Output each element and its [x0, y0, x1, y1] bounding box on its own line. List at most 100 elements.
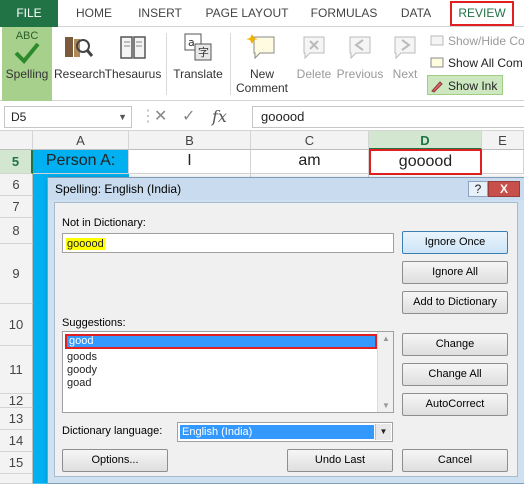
tab-page-layout[interactable]: PAGE LAYOUT — [198, 0, 296, 27]
spelling-button[interactable]: ABC Spelling — [2, 27, 52, 101]
dialog-title: Spelling: English (India) — [55, 182, 182, 196]
suggestions-list[interactable]: good goods goody goad ▲ ▼ — [62, 331, 394, 413]
new-comment-icon — [246, 34, 275, 60]
tab-insert[interactable]: INSERT — [128, 0, 192, 27]
options-button[interactable]: Options... — [62, 449, 168, 472]
column-header-a[interactable]: A — [33, 131, 129, 150]
help-button[interactable]: ? — [468, 181, 488, 197]
insert-function-icon[interactable]: fx — [212, 106, 227, 128]
previous-comment-button[interactable]: Previous — [336, 27, 384, 101]
row-header-14[interactable]: 14 — [0, 430, 33, 452]
thesaurus-label: Thesaurus — [104, 67, 162, 81]
tab-data[interactable]: DATA — [392, 0, 440, 27]
delete-comment-icon — [303, 36, 325, 60]
ribbon-separator — [230, 33, 231, 95]
show-ink-button[interactable]: Show Ink — [427, 75, 503, 95]
enter-check-icon[interactable]: ✓ — [182, 106, 195, 128]
tab-review[interactable]: REVIEW — [450, 1, 514, 26]
name-box-value: D5 — [11, 110, 27, 124]
change-button[interactable]: Change — [402, 333, 508, 356]
dialog-title-bar[interactable]: Spelling: English (India) — [48, 178, 524, 200]
not-in-dictionary-label: Not in Dictionary: — [62, 217, 146, 229]
spelling-dialog: Spelling: English (India) ? X Not in Dic… — [47, 177, 524, 484]
cancel-button[interactable]: Cancel — [402, 449, 508, 472]
undo-last-button[interactable]: Undo Last — [287, 449, 393, 472]
not-in-dictionary-field[interactable]: gooood — [62, 233, 394, 253]
show-all-comments-icon — [430, 57, 444, 68]
name-box[interactable]: D5 ▼ — [4, 106, 132, 128]
row-header-8[interactable]: 8 — [0, 218, 33, 244]
show-hide-label: Show/Hide Co — [448, 34, 524, 48]
ignore-once-button[interactable]: Ignore Once — [402, 231, 508, 254]
cell-c5[interactable]: am — [251, 150, 369, 174]
ribbon: ABC Spelling Research Thesaurus a 字 Tran… — [0, 27, 524, 101]
scroll-up-icon[interactable]: ▲ — [382, 334, 390, 343]
close-button[interactable]: X — [488, 181, 520, 197]
show-hide-comment-icon — [430, 35, 444, 46]
previous-label: Previous — [336, 67, 384, 81]
chevron-down-icon[interactable]: ▼ — [118, 107, 127, 127]
formula-bar: D5 ▼ ⋮ ✕ ✓ fx gooood — [0, 101, 524, 131]
suggestion-item[interactable]: good — [65, 334, 377, 349]
row-header-6[interactable]: 6 — [0, 174, 33, 196]
cell-e5[interactable] — [482, 150, 524, 174]
scroll-down-icon[interactable]: ▼ — [382, 401, 390, 410]
delete-label: Delete — [296, 67, 332, 81]
cell-d5[interactable]: gooood — [369, 149, 482, 175]
autocorrect-button[interactable]: AutoCorrect — [402, 393, 508, 416]
thesaurus-icon — [120, 36, 146, 59]
suggestion-item[interactable]: goad — [65, 377, 91, 390]
tab-home[interactable]: HOME — [66, 0, 122, 27]
spelling-label: Spelling — [5, 67, 49, 81]
dictionary-language-value: English (India) — [180, 425, 374, 439]
add-to-dictionary-button[interactable]: Add to Dictionary — [402, 291, 508, 314]
previous-comment-icon — [349, 36, 371, 60]
tab-file[interactable]: FILE — [0, 0, 58, 27]
select-all-corner[interactable] — [0, 131, 33, 150]
row-header-7[interactable]: 7 — [0, 196, 33, 218]
new-comment-label: New Comment — [235, 67, 288, 95]
dictionary-language-select[interactable]: English (India) ▼ — [177, 422, 393, 442]
row-header-9[interactable]: 9 — [0, 244, 33, 304]
checkmark-icon — [14, 42, 40, 64]
dialog-body: Not in Dictionary: gooood Ignore Once Ig… — [54, 202, 518, 477]
translate-button[interactable]: a 字 Translate — [170, 27, 226, 101]
chevron-down-icon[interactable]: ▼ — [375, 424, 391, 440]
row-header-13[interactable]: 13 — [0, 408, 33, 430]
cell-b5[interactable]: I — [129, 150, 251, 174]
column-header-d[interactable]: D — [369, 131, 482, 150]
suggestions-label: Suggestions: — [62, 317, 126, 329]
cell-a5[interactable]: Person A: — [33, 150, 129, 174]
thesaurus-button[interactable]: Thesaurus — [104, 27, 162, 101]
new-comment-button[interactable]: New Comment — [234, 27, 290, 101]
suggestion-item[interactable]: goody — [65, 364, 97, 377]
formula-icons: ⋮ ✕ ✓ fx — [140, 106, 246, 128]
suggestion-item[interactable]: goods — [65, 351, 97, 364]
research-label: Research — [54, 67, 106, 81]
formula-input[interactable]: gooood — [252, 106, 524, 128]
ignore-all-button[interactable]: Ignore All — [402, 261, 508, 284]
delete-comment-button[interactable]: Delete — [292, 27, 336, 101]
row-header-10[interactable]: 10 — [0, 304, 33, 346]
row-header-15[interactable]: 15 — [0, 452, 33, 474]
show-all-comments-button[interactable]: Show All Com — [428, 53, 523, 73]
next-comment-button[interactable]: Next — [386, 27, 424, 101]
suggestions-scrollbar[interactable]: ▲ ▼ — [377, 332, 393, 412]
next-label: Next — [392, 67, 418, 81]
row-header-11[interactable]: 11 — [0, 346, 33, 394]
dictionary-language-label: Dictionary language: — [62, 425, 163, 437]
column-header-e[interactable]: E — [482, 131, 524, 150]
research-button[interactable]: Research — [54, 27, 106, 101]
change-all-button[interactable]: Change All — [402, 363, 508, 386]
row-header-16[interactable] — [0, 474, 33, 484]
column-header-b[interactable]: B — [129, 131, 251, 150]
next-comment-icon — [394, 36, 416, 60]
row-header-12[interactable]: 12 — [0, 394, 33, 408]
translate-icon: a 字 — [184, 33, 212, 61]
show-hide-comment-button[interactable]: Show/Hide Co — [428, 31, 524, 51]
column-header-c[interactable]: C — [251, 131, 369, 150]
row-header-5[interactable]: 5 — [0, 150, 33, 174]
tab-formulas[interactable]: FORMULAS — [304, 0, 384, 27]
cancel-icon[interactable]: ✕ — [154, 106, 167, 128]
show-all-label: Show All Com — [448, 56, 523, 70]
